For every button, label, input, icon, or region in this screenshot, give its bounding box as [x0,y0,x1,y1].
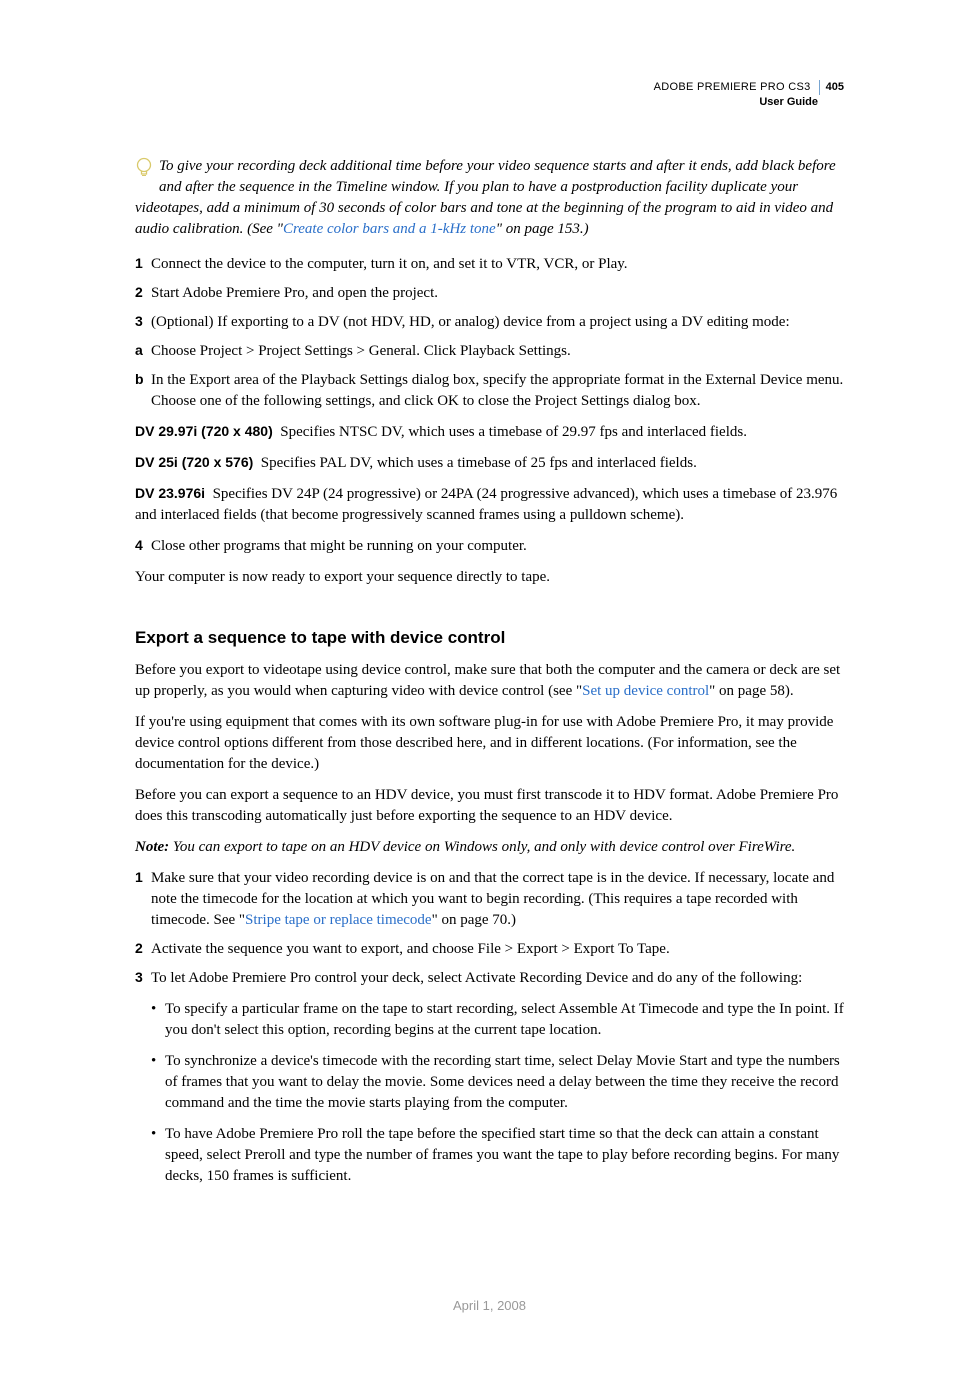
step-number: 1 [135,868,143,888]
bullet-item: • To synchronize a device's timecode wit… [151,1051,844,1114]
bullet-item: • To have Adobe Premiere Pro roll the ta… [151,1124,844,1187]
step-number: 4 [135,536,143,556]
def-term: DV 23.976i [135,485,205,501]
header-subtitle: User Guide [135,95,818,110]
tip-text-after: " on page 153.) [496,221,589,237]
step-letter: b [135,370,144,390]
definition: DV 29.97i (720 x 480) Specifies NTSC DV,… [135,422,844,443]
footer-date: April 1, 2008 [135,1297,844,1315]
lightbulb-icon [135,157,153,188]
def-body: Specifies NTSC DV, which uses a timebase… [280,424,747,440]
def-term: DV 25i (720 x 576) [135,454,253,470]
p1-after: " on page 58). [709,683,793,699]
step-number: 3 [135,968,143,988]
tip-block: To give your recording deck additional t… [135,156,844,240]
section-heading: Export a sequence to tape with device co… [135,626,844,650]
step-text: Connect the device to the computer, turn… [151,256,628,272]
note-text: You can export to tape on an HDV device … [169,839,795,855]
bullet-text: To synchronize a device's timecode with … [165,1053,840,1111]
page-header: ADOBE PREMIERE PRO CS3 405 User Guide [135,80,844,111]
step-text: Make sure that your video recording devi… [151,870,834,928]
s2-step1-link[interactable]: Stripe tape or replace timecode [245,912,432,928]
bullet-mark: • [151,999,156,1020]
step-text: To let Adobe Premiere Pro control your d… [151,970,802,986]
s2-step-1: 1 Make sure that your video recording de… [135,868,844,931]
definition: DV 23.976i Specifies DV 24P (24 progress… [135,484,844,526]
step-text: (Optional) If exporting to a DV (not HDV… [151,314,790,330]
step-text: Activate the sequence you want to export… [151,941,670,957]
step-text: Start Adobe Premiere Pro, and open the p… [151,285,438,301]
paragraph: If you're using equipment that comes wit… [135,712,844,775]
step-text: Choose Project > Project Settings > Gene… [151,343,571,359]
step-number: 2 [135,283,143,303]
p1-link[interactable]: Set up device control [582,683,709,699]
step-4: 4 Close other programs that might be run… [135,536,844,557]
definition: DV 25i (720 x 576) Specifies PAL DV, whi… [135,453,844,474]
note-label: Note: [135,839,169,855]
step-number: 2 [135,939,143,959]
tip-link[interactable]: Create color bars and a 1-kHz tone [283,221,496,237]
step-2: 2 Start Adobe Premiere Pro, and open the… [135,283,844,304]
step-number: 1 [135,254,143,274]
s2-step-3: 3 To let Adobe Premiere Pro control your… [135,968,844,989]
step-3: 3 (Optional) If exporting to a DV (not H… [135,312,844,333]
def-body: Specifies PAL DV, which uses a timebase … [261,455,697,471]
bullet-mark: • [151,1051,156,1072]
step-1: 1 Connect the device to the computer, tu… [135,254,844,275]
bullet-item: • To specify a particular frame on the t… [151,999,844,1041]
paragraph: Before you export to videotape using dev… [135,660,844,702]
bullet-text: To specify a particular frame on the tap… [165,1001,844,1038]
step-letter: a [135,341,143,361]
step-text: In the Export area of the Playback Setti… [151,372,843,409]
page-number: 405 [819,80,844,95]
bullet-mark: • [151,1124,156,1145]
def-body: Specifies DV 24P (24 progressive) or 24P… [135,486,837,523]
s2-step-2: 2 Activate the sequence you want to expo… [135,939,844,960]
paragraph: Before you can export a sequence to an H… [135,785,844,827]
bullet-text: To have Adobe Premiere Pro roll the tape… [165,1126,839,1184]
tip-text: To give your recording deck additional t… [135,158,836,237]
step-number: 3 [135,312,143,332]
step-a: a Choose Project > Project Settings > Ge… [135,341,844,362]
ready-paragraph: Your computer is now ready to export you… [135,567,844,588]
step-b: b In the Export area of the Playback Set… [135,370,844,412]
def-term: DV 29.97i (720 x 480) [135,423,273,439]
s2-step1-after: " on page 70.) [432,912,516,928]
header-product: ADOBE PREMIERE PRO CS3 [654,80,811,95]
note: Note: You can export to tape on an HDV d… [135,837,844,858]
step-text: Close other programs that might be runni… [151,538,527,554]
